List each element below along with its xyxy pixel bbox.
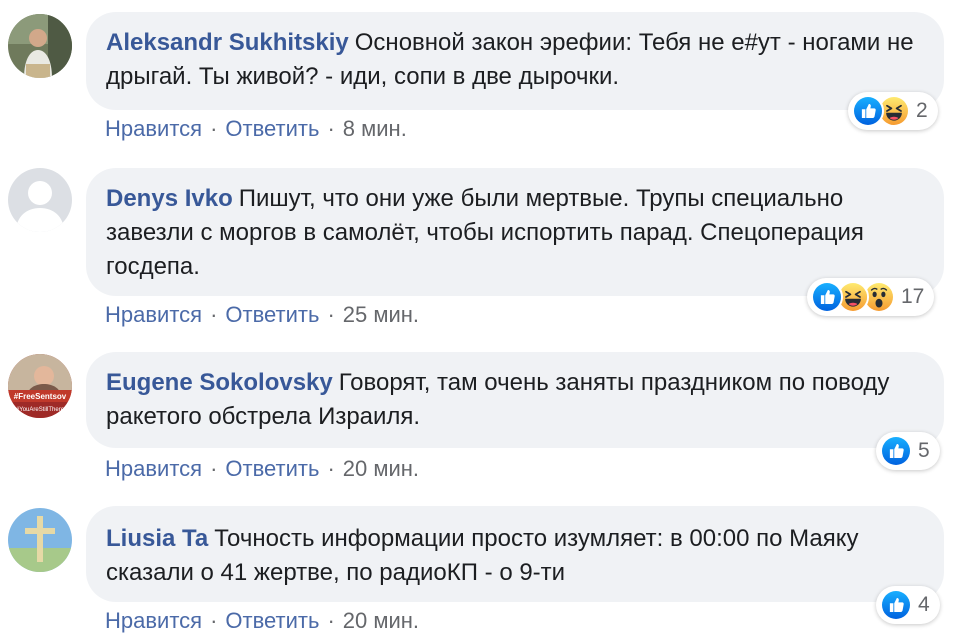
comment-actions: Нравится · Ответить · 25 мин. [105, 302, 419, 328]
comment-timestamp[interactable]: 8 мин. [343, 116, 407, 141]
separator: · [327, 608, 335, 633]
reaction-count: 5 [918, 439, 930, 462]
like-icon [852, 95, 884, 127]
avatar[interactable] [8, 14, 72, 78]
avatar-banner-bottom: #YouAreStillThere [16, 407, 65, 413]
like-button[interactable]: Нравится [105, 608, 202, 633]
reaction-count: 4 [918, 593, 930, 616]
user-photo-icon [8, 14, 72, 78]
comment-author[interactable]: Aleksandr Sukhitskiy [106, 29, 349, 56]
comment-timestamp[interactable]: 20 мин. [343, 456, 419, 481]
separator: · [210, 456, 218, 481]
comment-author[interactable]: Denys Ivko [106, 185, 233, 212]
user-photo-icon: #FreeSentsov #YouAreStillThere [8, 354, 72, 418]
like-icon [880, 589, 912, 621]
reply-button[interactable]: Ответить [225, 608, 319, 633]
reaction-count: 2 [916, 99, 928, 122]
separator: · [327, 456, 335, 481]
avatar[interactable] [8, 508, 72, 572]
comment-bubble: Eugene Sokolovsky Говорят, там очень заня… [86, 352, 944, 448]
comment-bubble: Aleksandr Sukhitskiy Основной закон эрефи… [86, 12, 944, 110]
comment-actions: Нравится · Ответить · 20 мин. [105, 456, 419, 482]
default-avatar-icon [8, 168, 72, 232]
reply-button[interactable]: Ответить [225, 456, 319, 481]
reactions-summary[interactable]: 5 [876, 432, 940, 470]
reactions-summary[interactable]: 4 [876, 586, 940, 624]
reply-button[interactable]: Ответить [225, 302, 319, 327]
reactions-summary[interactable]: 2 [848, 92, 938, 130]
avatar-banner-top: #FreeSentsov [14, 392, 67, 401]
like-icon [811, 281, 843, 313]
reply-button[interactable]: Ответить [225, 116, 319, 141]
separator: · [327, 116, 335, 141]
comment-actions: Нравится · Ответить · 20 мин. [105, 608, 419, 634]
avatar[interactable] [8, 168, 72, 232]
cross-photo-icon [8, 508, 72, 572]
comment-timestamp[interactable]: 20 мин. [343, 608, 419, 633]
reactions-summary[interactable]: 17 [807, 278, 935, 316]
separator: · [327, 302, 335, 327]
avatar[interactable]: #FreeSentsov #YouAreStillThere [8, 354, 72, 418]
separator: · [210, 116, 218, 141]
comment-author[interactable]: Eugene Sokolovsky [106, 369, 333, 396]
comment-author[interactable]: Liusia Ta [106, 525, 208, 552]
comment-bubble: Liusia Ta Точность информации просто изум… [86, 506, 944, 602]
like-button[interactable]: Нравится [105, 456, 202, 481]
reaction-count: 17 [901, 285, 925, 308]
comment-actions: Нравится · Ответить · 8 мин. [105, 116, 407, 142]
like-icon [880, 435, 912, 467]
comment-timestamp[interactable]: 25 мин. [343, 302, 419, 327]
separator: · [210, 608, 218, 633]
like-button[interactable]: Нравится [105, 302, 202, 327]
comment-text: Точность информации просто изумляет: в 0… [106, 525, 859, 586]
separator: · [210, 302, 218, 327]
comment-bubble: Denys Ivko Пишут, что они уже были мертвы… [86, 168, 944, 296]
like-button[interactable]: Нравится [105, 116, 202, 141]
